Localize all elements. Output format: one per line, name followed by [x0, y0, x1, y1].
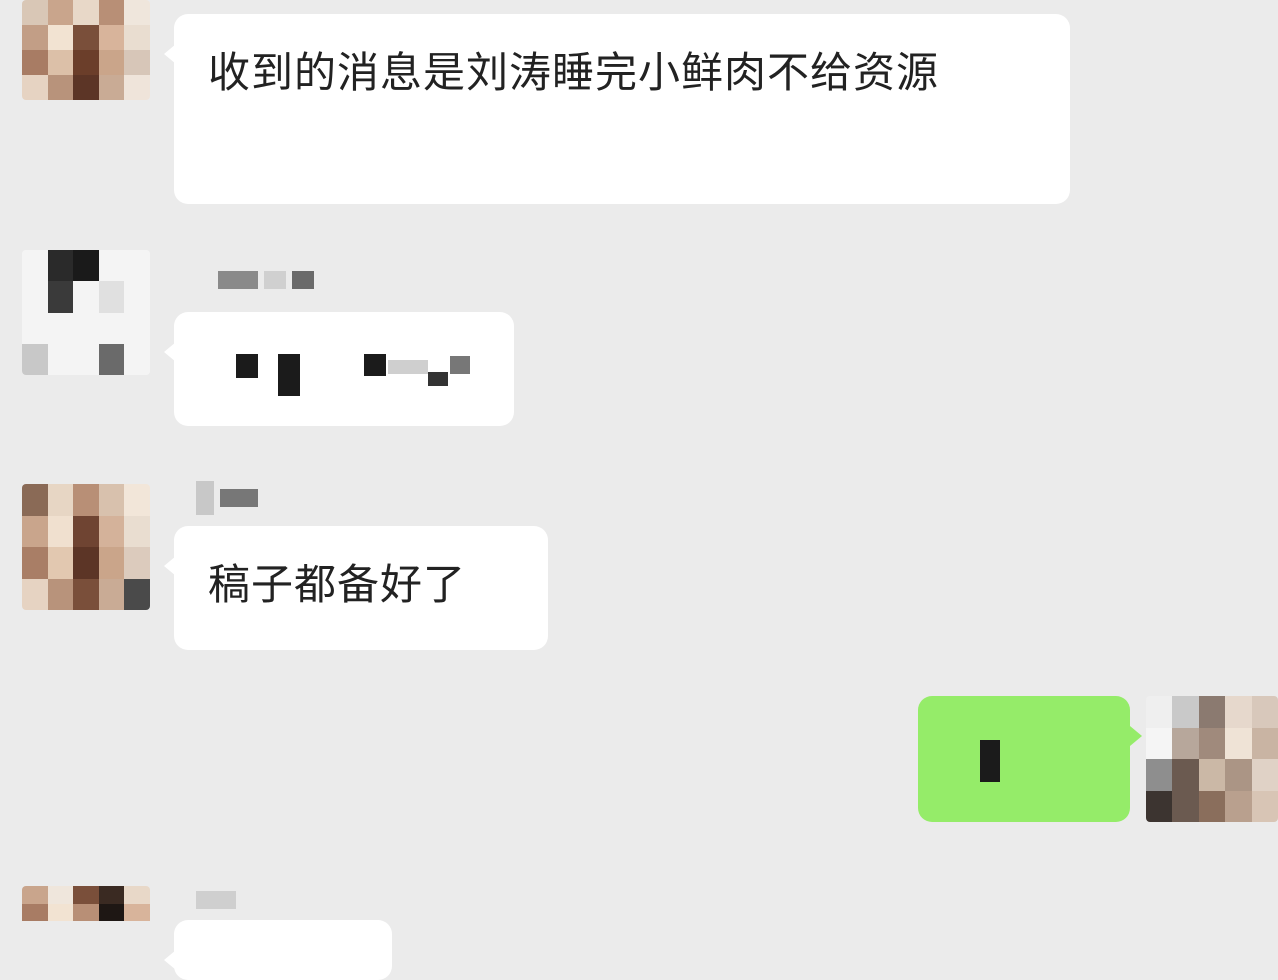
message-text: 稿子都备好了	[208, 560, 467, 609]
message-bubble-incoming[interactable]: 稿子都备好了	[164, 526, 548, 650]
message-text: 收到的消息是刘涛睡完小鲜肉不给资源	[208, 48, 940, 97]
sender-name-blurred	[196, 890, 236, 910]
message-bubble-incoming[interactable]: 收到的消息是刘涛睡完小鲜肉不给资源	[164, 14, 1070, 204]
chat-message-list[interactable]: 收到的消息是刘涛睡完小鲜肉不给资源 稿子都备好了	[0, 0, 1278, 980]
avatar[interactable]	[22, 484, 150, 610]
message-bubble-outgoing[interactable]	[918, 696, 1142, 822]
avatar[interactable]	[22, 250, 150, 375]
sender-name-blurred	[218, 270, 314, 290]
avatar[interactable]	[22, 0, 150, 100]
message-bubble-incoming[interactable]	[164, 920, 392, 980]
avatar[interactable]	[1146, 696, 1278, 822]
message-bubble-incoming[interactable]	[164, 312, 514, 426]
avatar[interactable]	[22, 886, 150, 956]
sender-name-blurred	[196, 481, 258, 515]
